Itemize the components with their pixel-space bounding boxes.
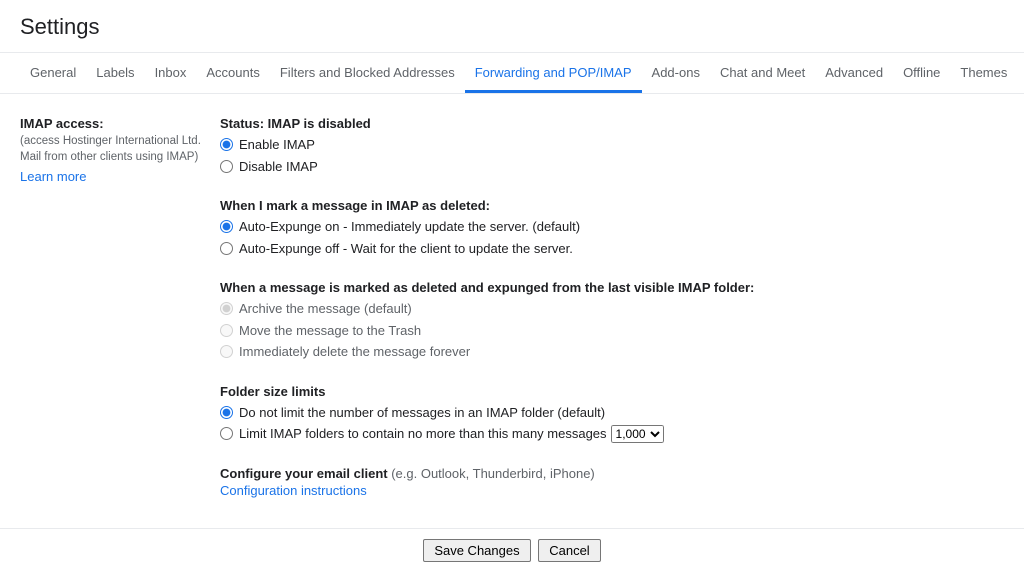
configure-supp: (e.g. Outlook, Thunderbird, iPhone): [391, 466, 595, 481]
expunge-on-option[interactable]: Auto-Expunge on - Immediately update the…: [220, 217, 1004, 237]
trash-option[interactable]: Move the message to the Trash: [220, 321, 1004, 341]
tab-themes[interactable]: Themes: [950, 53, 1017, 93]
settings-tabs: General Labels Inbox Accounts Filters an…: [0, 52, 1024, 94]
no-limit-radio[interactable]: [220, 406, 233, 419]
limit-label: Limit IMAP folders to contain no more th…: [239, 424, 607, 444]
imap-access-subtitle: (access Hostinger International Ltd. Mai…: [20, 133, 210, 165]
tab-inbox[interactable]: Inbox: [145, 53, 197, 93]
configuration-instructions-link[interactable]: Configuration instructions: [220, 483, 367, 498]
expunge-on-label: Auto-Expunge on - Immediately update the…: [239, 217, 580, 237]
tab-general[interactable]: General: [20, 53, 86, 93]
right-column: Status: IMAP is disabled Enable IMAP Dis…: [220, 116, 1004, 528]
left-column: IMAP access: (access Hostinger Internati…: [20, 116, 220, 528]
no-limit-label: Do not limit the number of messages in a…: [239, 403, 605, 423]
learn-more-link[interactable]: Learn more: [20, 169, 86, 184]
archive-option[interactable]: Archive the message (default): [220, 299, 1004, 319]
expunged-heading: When a message is marked as deleted and …: [220, 280, 1004, 295]
enable-imap-radio[interactable]: [220, 138, 233, 151]
imap-settings-content: IMAP access: (access Hostinger Internati…: [0, 116, 1024, 529]
trash-label: Move the message to the Trash: [239, 321, 421, 341]
imap-access-title: IMAP access:: [20, 116, 210, 131]
deleted-group: When I mark a message in IMAP as deleted…: [220, 198, 1004, 258]
expunge-off-radio[interactable]: [220, 242, 233, 255]
status-group: Status: IMAP is disabled Enable IMAP Dis…: [220, 116, 1004, 176]
disable-imap-radio[interactable]: [220, 160, 233, 173]
configure-main: Configure your email client: [220, 466, 388, 481]
delete-forever-label: Immediately delete the message forever: [239, 342, 470, 362]
limit-radio[interactable]: [220, 427, 233, 440]
delete-forever-option[interactable]: Immediately delete the message forever: [220, 342, 1004, 362]
configure-group: Configure your email client (e.g. Outloo…: [220, 466, 1004, 498]
cancel-button[interactable]: Cancel: [538, 539, 600, 562]
disable-imap-option[interactable]: Disable IMAP: [220, 157, 1004, 177]
button-bar: Save Changes Cancel: [0, 529, 1024, 582]
archive-label: Archive the message (default): [239, 299, 412, 319]
limit-option[interactable]: Limit IMAP folders to contain no more th…: [220, 424, 1004, 444]
tab-filters[interactable]: Filters and Blocked Addresses: [270, 53, 465, 93]
tab-offline[interactable]: Offline: [893, 53, 950, 93]
folder-limits-heading: Folder size limits: [220, 384, 1004, 399]
expunge-on-radio[interactable]: [220, 220, 233, 233]
trash-radio[interactable]: [220, 324, 233, 337]
delete-forever-radio[interactable]: [220, 345, 233, 358]
expunged-group: When a message is marked as deleted and …: [220, 280, 1004, 362]
configure-heading: Configure your email client (e.g. Outloo…: [220, 466, 1004, 481]
tab-accounts[interactable]: Accounts: [196, 53, 269, 93]
folder-limits-group: Folder size limits Do not limit the numb…: [220, 384, 1004, 444]
enable-imap-label: Enable IMAP: [239, 135, 315, 155]
status-heading: Status: IMAP is disabled: [220, 116, 1004, 131]
tab-chat-meet[interactable]: Chat and Meet: [710, 53, 815, 93]
page-title: Settings: [0, 0, 1024, 52]
tab-advanced[interactable]: Advanced: [815, 53, 893, 93]
archive-radio[interactable]: [220, 302, 233, 315]
limit-select[interactable]: 1,000: [611, 425, 664, 443]
tab-labels[interactable]: Labels: [86, 53, 144, 93]
expunge-off-label: Auto-Expunge off - Wait for the client t…: [239, 239, 573, 259]
enable-imap-option[interactable]: Enable IMAP: [220, 135, 1004, 155]
tab-forwarding-pop-imap[interactable]: Forwarding and POP/IMAP: [465, 53, 642, 93]
tab-addons[interactable]: Add-ons: [642, 53, 710, 93]
deleted-heading: When I mark a message in IMAP as deleted…: [220, 198, 1004, 213]
disable-imap-label: Disable IMAP: [239, 157, 318, 177]
expunge-off-option[interactable]: Auto-Expunge off - Wait for the client t…: [220, 239, 1004, 259]
save-changes-button[interactable]: Save Changes: [423, 539, 530, 562]
no-limit-option[interactable]: Do not limit the number of messages in a…: [220, 403, 1004, 423]
